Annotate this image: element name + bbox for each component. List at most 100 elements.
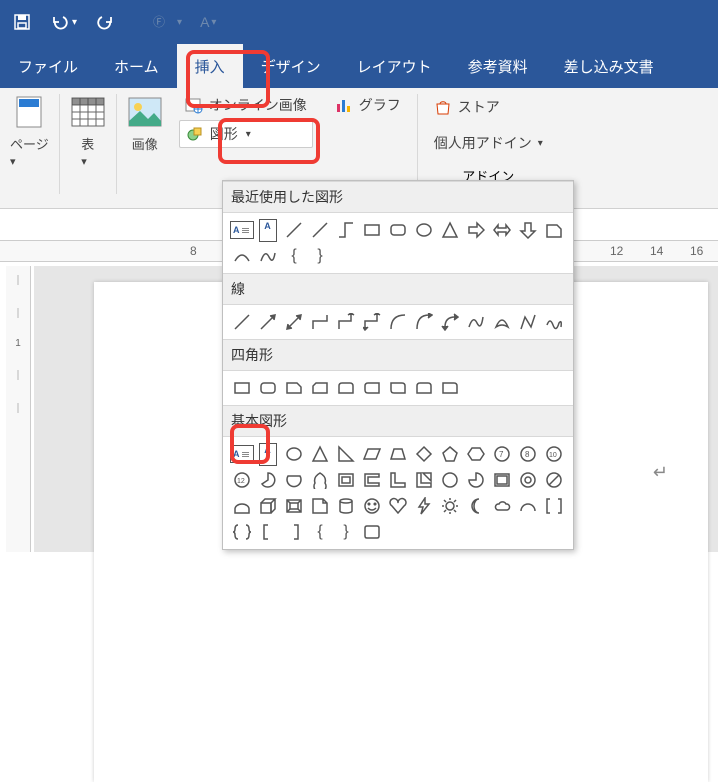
basic-hept[interactable]: 7	[489, 441, 515, 467]
tab-file[interactable]: ファイル	[0, 44, 96, 88]
shape-line[interactable]	[281, 217, 307, 243]
rect-9[interactable]	[437, 375, 463, 401]
basic-oval[interactable]	[281, 441, 307, 467]
shape-connector[interactable]	[333, 217, 359, 243]
shape-freeform-c[interactable]	[489, 309, 515, 335]
shape-textbox[interactable]: A	[229, 217, 255, 243]
rect-7[interactable]	[385, 375, 411, 401]
rect-8[interactable]	[411, 375, 437, 401]
shape-folded[interactable]	[541, 217, 567, 243]
basic-arc2[interactable]	[515, 493, 541, 519]
basic-rtri[interactable]	[333, 441, 359, 467]
tab-insert[interactable]: 挿入	[177, 44, 243, 88]
basic-pie2[interactable]	[463, 467, 489, 493]
basic-block[interactable]	[229, 493, 255, 519]
basic-donut[interactable]	[515, 467, 541, 493]
shape-arrow-d[interactable]	[515, 217, 541, 243]
basic-smile[interactable]	[359, 493, 385, 519]
rect-1[interactable]	[229, 375, 255, 401]
basic-lbrace[interactable]: {	[307, 519, 333, 545]
shape-curve[interactable]	[255, 243, 281, 269]
shape-arc[interactable]	[229, 243, 255, 269]
basic-sun[interactable]	[437, 493, 463, 519]
shape-line-p[interactable]	[229, 309, 255, 335]
basic-oct[interactable]: 8	[515, 441, 541, 467]
undo-button[interactable]: ▾	[46, 8, 81, 36]
basic-moon[interactable]	[463, 493, 489, 519]
redo-button[interactable]	[91, 8, 119, 36]
personal-addins-button[interactable]: 個人用アドイン ▾	[428, 130, 549, 156]
store-button[interactable]: ストア	[428, 94, 549, 120]
image-group[interactable]: 画像	[117, 88, 173, 159]
shape-curve-cda[interactable]	[437, 309, 463, 335]
shape-brace-l[interactable]: {	[281, 243, 307, 269]
shape-freeform[interactable]	[515, 309, 541, 335]
basic-chord[interactable]	[281, 467, 307, 493]
basic-diag[interactable]	[411, 467, 437, 493]
shape-oval[interactable]	[411, 217, 437, 243]
basic-cube[interactable]	[255, 493, 281, 519]
tab-design[interactable]: デザイン	[243, 44, 339, 88]
shape-brace-r[interactable]: }	[307, 243, 333, 269]
tab-layout[interactable]: レイアウト	[339, 44, 450, 88]
shapes-button[interactable]: 図形 ▾	[179, 120, 313, 148]
shape-roundrect[interactable]	[385, 217, 411, 243]
basic-diam[interactable]	[411, 441, 437, 467]
shape-scribble[interactable]	[541, 309, 567, 335]
tab-references[interactable]: 参考資料	[450, 44, 546, 88]
shape-elbow-a[interactable]	[333, 309, 359, 335]
basic-dbrack[interactable]	[541, 493, 567, 519]
shape-arrow-lr[interactable]	[489, 217, 515, 243]
basic-circ[interactable]	[437, 467, 463, 493]
shape-triangle[interactable]	[437, 217, 463, 243]
basic-pent[interactable]	[437, 441, 463, 467]
shape-curve-ca[interactable]	[411, 309, 437, 335]
rect-4[interactable]	[307, 375, 333, 401]
pages-group[interactable]: ページ▾	[0, 88, 59, 174]
basic-hframe[interactable]	[359, 467, 385, 493]
shape-elbow-da[interactable]	[359, 309, 385, 335]
shape-scurve[interactable]	[463, 309, 489, 335]
rect-5[interactable]	[333, 375, 359, 401]
table-group[interactable]: 表▾	[60, 88, 116, 174]
rect-3[interactable]	[281, 375, 307, 401]
basic-noentry[interactable]	[541, 467, 567, 493]
basic-l[interactable]	[385, 467, 411, 493]
basic-hex[interactable]	[463, 441, 489, 467]
tab-mailings[interactable]: 差し込み文書	[546, 44, 672, 88]
shape-darrow-line[interactable]	[281, 309, 307, 335]
basic-tri[interactable]	[307, 441, 333, 467]
basic-heart[interactable]	[385, 493, 411, 519]
online-image-button[interactable]: オンライン画像	[179, 92, 313, 118]
shape-arrow-r[interactable]	[463, 217, 489, 243]
basic-lbrack[interactable]	[255, 519, 281, 545]
save-button[interactable]	[8, 8, 36, 36]
basic-bevel[interactable]	[281, 493, 307, 519]
shape-textbox-vertical[interactable]: A	[255, 217, 281, 243]
basic-textbox[interactable]: A	[229, 441, 255, 467]
basic-rbrack[interactable]	[281, 519, 307, 545]
basic-frame2[interactable]	[489, 467, 515, 493]
basic-dec[interactable]: 10	[541, 441, 567, 467]
shape-curve-c[interactable]	[385, 309, 411, 335]
basic-plaque[interactable]	[359, 519, 385, 545]
basic-cyl[interactable]	[333, 493, 359, 519]
tab-home[interactable]: ホーム	[96, 44, 177, 88]
basic-cloud[interactable]	[489, 493, 515, 519]
basic-pie[interactable]	[255, 467, 281, 493]
basic-dbrace[interactable]	[229, 519, 255, 545]
shape-arrow-line[interactable]	[255, 309, 281, 335]
shape-line2[interactable]	[307, 217, 333, 243]
shape-elbow[interactable]	[307, 309, 333, 335]
basic-frame[interactable]	[333, 467, 359, 493]
basic-tear[interactable]	[307, 467, 333, 493]
basic-trap[interactable]	[385, 441, 411, 467]
basic-rbrace[interactable]: }	[333, 519, 359, 545]
rect-6[interactable]	[359, 375, 385, 401]
basic-fold[interactable]	[307, 493, 333, 519]
basic-dodec[interactable]: 12	[229, 467, 255, 493]
shape-rect[interactable]	[359, 217, 385, 243]
rect-2[interactable]	[255, 375, 281, 401]
basic-textbox-v[interactable]: A	[255, 441, 281, 467]
basic-bolt[interactable]	[411, 493, 437, 519]
